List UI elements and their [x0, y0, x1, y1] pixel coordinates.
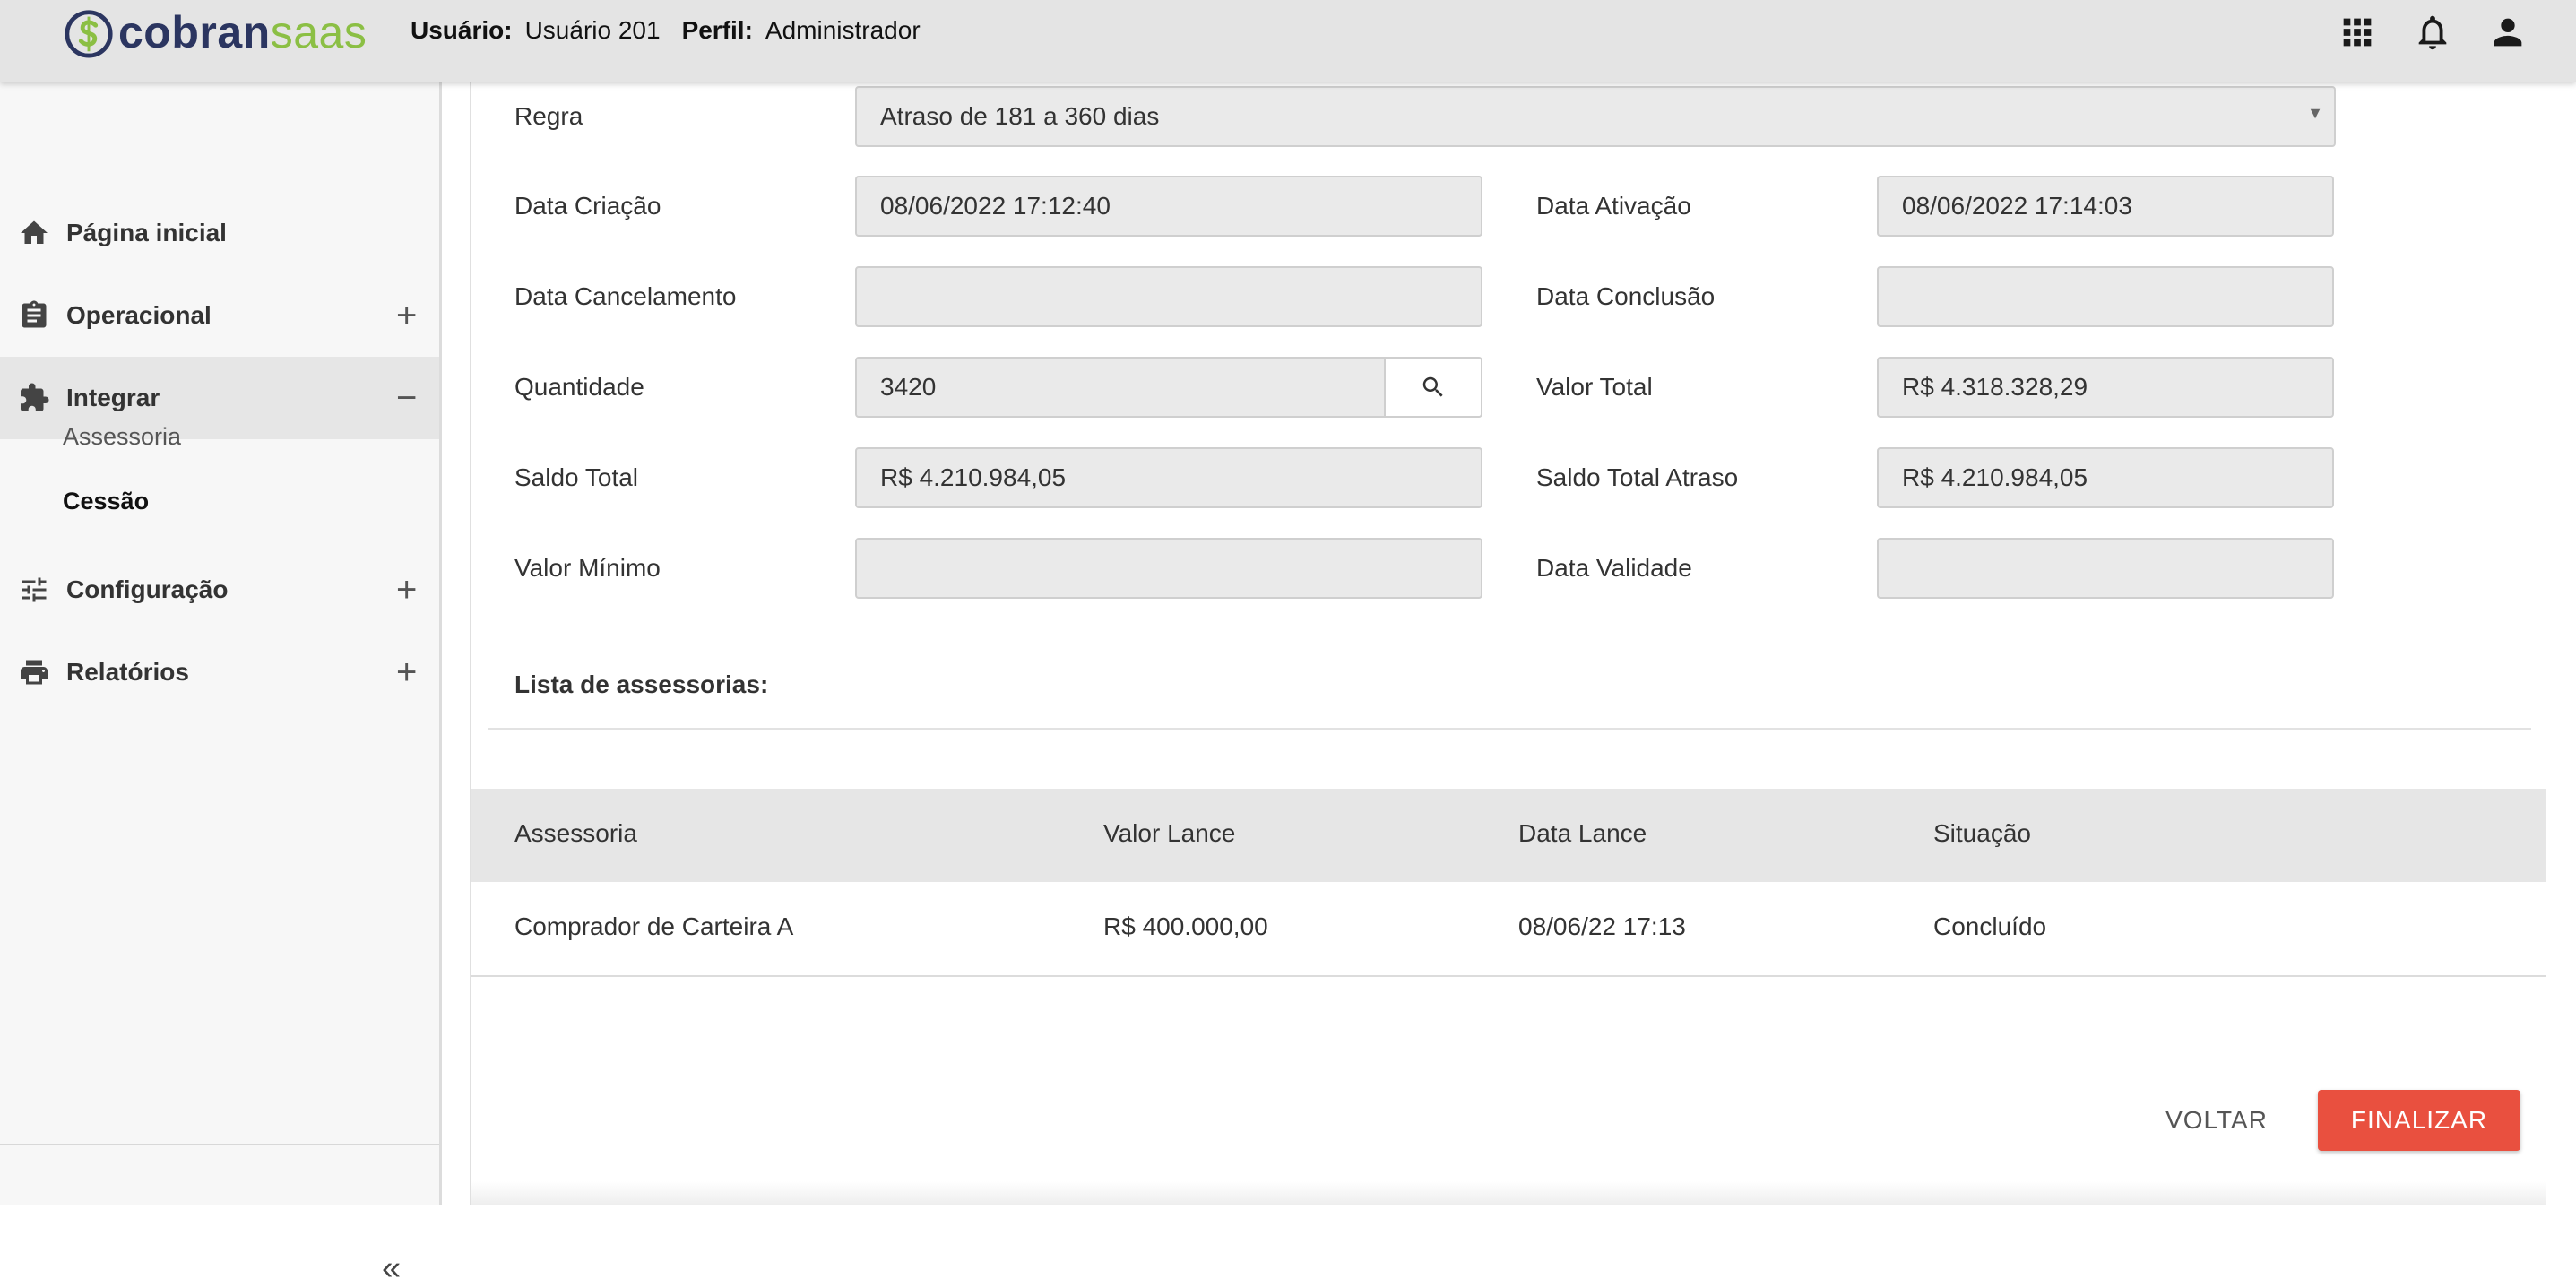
saldo-total-atraso-field[interactable]: R$ 4.210.984,05: [1877, 447, 2334, 508]
table-header: Assessoria Valor Lance Data Lance Situaç…: [471, 789, 2546, 882]
column-header-situacao[interactable]: Situação: [1933, 819, 2031, 848]
user-info: Usuário: Usuário 201 Perfil: Administrador: [411, 16, 942, 45]
data-conclusao-label: Data Conclusão: [1536, 282, 1716, 310]
logo-text-part2: saas: [270, 7, 367, 57]
apps-grid-icon[interactable]: [2334, 9, 2381, 56]
sliders-icon: [18, 574, 50, 606]
data-cancelamento-field[interactable]: [855, 266, 1482, 327]
sidebar-item-label: Operacional: [66, 301, 212, 329]
bottom-shadow: [471, 1181, 2546, 1205]
regra-label: Regra: [514, 102, 583, 130]
expand-icon[interactable]: +: [396, 653, 417, 693]
bell-icon[interactable]: [2409, 9, 2456, 56]
quantidade-search-button[interactable]: [1384, 357, 1482, 418]
column-header-valor-lance[interactable]: Valor Lance: [1103, 819, 1235, 848]
data-validade-label: Data Validade: [1536, 554, 1692, 582]
profile-value: Administrador: [765, 16, 921, 44]
printer-icon: [18, 656, 50, 688]
quantidade-field[interactable]: 3420: [855, 357, 1386, 418]
sidebar-item-label: Página inicial: [66, 219, 227, 246]
data-criacao-field[interactable]: 08/06/2022 17:12:40: [855, 176, 1482, 237]
regra-select[interactable]: Atraso de 181 a 360 dias ▼: [855, 86, 2336, 147]
sidebar: Página inicial Operacional + Integrar − …: [0, 82, 442, 1287]
home-icon: [18, 217, 50, 249]
regra-value: Atraso de 181 a 360 dias: [880, 102, 1160, 130]
logo-text: cobransaas: [118, 6, 367, 58]
back-button[interactable]: VOLTAR: [2158, 1090, 2275, 1151]
sidebar-divider: [0, 1144, 439, 1145]
search-icon: [1422, 376, 1443, 397]
data-validade-field[interactable]: [1877, 538, 2334, 599]
data-criacao-label: Data Criação: [514, 192, 661, 220]
sidebar-subitem-cessao[interactable]: Cessão: [63, 488, 149, 515]
user-icon[interactable]: [2485, 9, 2531, 56]
collapse-sidebar-icon[interactable]: «: [382, 1249, 401, 1288]
expand-icon[interactable]: +: [396, 296, 417, 336]
data-ativacao-label: Data Ativação: [1536, 192, 1691, 220]
sidebar-item-pagina-inicial[interactable]: Página inicial: [0, 192, 439, 274]
puzzle-icon: [18, 382, 50, 414]
data-ativacao-field[interactable]: 08/06/2022 17:14:03: [1877, 176, 2334, 237]
valor-total-value: R$ 4.318.328,29: [1902, 373, 2088, 401]
table-row[interactable]: Comprador de Carteira A R$ 400.000,00 08…: [471, 882, 2546, 977]
data-cancelamento-label: Data Cancelamento: [514, 282, 737, 310]
profile-label: Perfil:: [681, 16, 753, 44]
cell-assessoria: Comprador de Carteira A: [514, 912, 794, 940]
column-header-assessoria[interactable]: Assessoria: [514, 819, 637, 848]
sidebar-item-configuracao[interactable]: Configuração +: [0, 549, 439, 631]
section-divider: [488, 728, 2531, 730]
column-header-data-lance[interactable]: Data Lance: [1518, 819, 1647, 848]
cell-situacao: Concluído: [1933, 912, 2047, 940]
saldo-total-value: R$ 4.210.984,05: [880, 463, 1067, 491]
valor-minimo-field[interactable]: [855, 538, 1482, 599]
expand-icon[interactable]: +: [396, 570, 417, 610]
collapse-icon[interactable]: −: [396, 378, 417, 419]
sidebar-subitem-assessoria[interactable]: Assessoria: [63, 423, 181, 451]
user-value: Usuário 201: [524, 16, 661, 44]
saldo-total-field[interactable]: R$ 4.210.984,05: [855, 447, 1482, 508]
data-ativacao-value: 08/06/2022 17:14:03: [1902, 192, 2132, 220]
data-criacao-value: 08/06/2022 17:12:40: [880, 192, 1111, 220]
top-bar: cobransaas Usuário: Usuário 201 Perfil: Adm…: [0, 0, 2576, 82]
chevron-down-icon: ▼: [2307, 104, 2323, 122]
sidebar-item-label: Configuração: [66, 575, 229, 603]
valor-total-label: Valor Total: [1536, 373, 1653, 401]
data-conclusao-field[interactable]: [1877, 266, 2334, 327]
quantidade-value: 3420: [880, 373, 937, 401]
saldo-total-label: Saldo Total: [514, 463, 639, 491]
valor-minimo-label: Valor Mínimo: [514, 554, 661, 582]
logo-text-part1: cobran: [118, 7, 271, 57]
user-label: Usuário:: [411, 16, 513, 44]
app-logo[interactable]: cobransaas: [63, 4, 367, 61]
sidebar-item-operacional[interactable]: Operacional +: [0, 274, 439, 357]
list-title: Lista de assessorias:: [514, 670, 769, 698]
cell-valor-lance: R$ 400.000,00: [1103, 912, 1268, 940]
saldo-total-atraso-label: Saldo Total Atraso: [1536, 463, 1739, 491]
sidebar-item-label: Relatórios: [66, 658, 189, 686]
sidebar-item-relatorios[interactable]: Relatórios +: [0, 631, 439, 713]
sidebar-item-label: Integrar: [66, 384, 160, 411]
logo-mark-icon: [65, 10, 113, 58]
quantidade-label: Quantidade: [514, 373, 644, 401]
clipboard-icon: [18, 299, 50, 332]
cell-data-lance: 08/06/22 17:13: [1518, 912, 1686, 940]
valor-total-field[interactable]: R$ 4.318.328,29: [1877, 357, 2334, 418]
saldo-total-atraso-value: R$ 4.210.984,05: [1902, 463, 2088, 491]
finish-button[interactable]: FINALIZAR: [2318, 1090, 2520, 1151]
content-border: [470, 82, 471, 1205]
